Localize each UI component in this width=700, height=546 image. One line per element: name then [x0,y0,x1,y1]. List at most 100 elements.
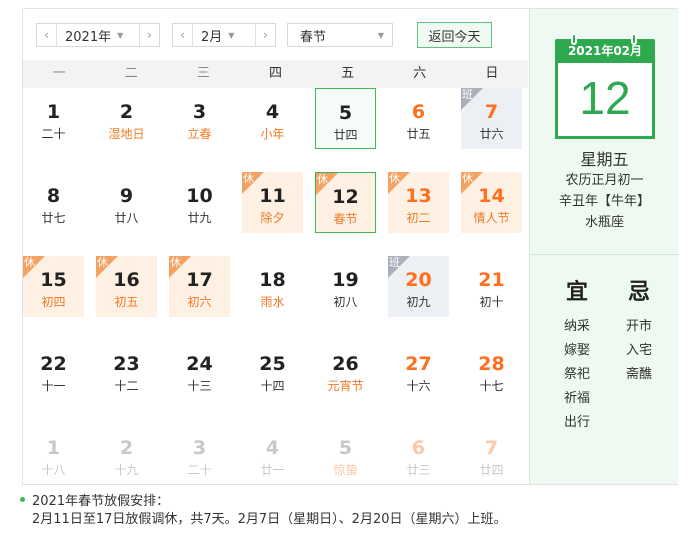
lunar-label: 初六 [187,295,212,309]
year-value: 2021年 [65,29,112,45]
suitable-item: 祈福 [563,391,590,406]
prev-month-button[interactable]: ‹ [173,24,193,46]
day-number: 5 [338,437,353,459]
badge-label: 休 [170,256,181,269]
day-cell[interactable]: 休 11 除夕 [242,172,303,233]
lunar-label: 二十 [41,127,66,141]
day-cell[interactable]: 休 13 初二 [388,172,449,233]
day-cell[interactable]: 班 20 初九 [388,256,449,317]
day-number: 26 [332,353,359,375]
day-cell[interactable]: 26 元宵节 [315,340,376,401]
day-cell[interactable]: 28 十七 [461,340,522,401]
day-number: 3 [192,437,207,459]
next-month-button[interactable]: › [255,24,275,46]
badge-label: 班 [462,88,473,101]
day-number: 13 [405,185,432,207]
avoid-item: 入宅 [625,343,652,358]
day-cell[interactable]: 5 廿四 [315,88,376,149]
day-cell[interactable]: 休 15 初四 [23,256,84,317]
day-cell[interactable]: 4 小年 [242,88,303,149]
day-cell[interactable]: 9 廿八 [96,172,157,233]
day-cell[interactable]: 1 十八 [23,424,84,485]
back-to-today-button[interactable]: 返回今天 [417,22,492,48]
month-dropdown[interactable]: 2月 ▼ [193,26,255,45]
badge-label: 休 [317,173,328,186]
day-detail-panel: 2021年02月 12 星期五 农历正月初一 辛丑年【牛年】 水瓶座 宜 纳采嫁… [529,9,679,484]
prev-year-button[interactable]: ‹ [37,24,57,46]
day-cell[interactable]: 6 廿五 [388,88,449,149]
badge-label: 班 [389,256,400,269]
day-cell[interactable]: 休 16 初五 [96,256,157,317]
lunar-label: 雨水 [260,295,285,309]
lunar-label: 廿四 [479,463,504,477]
lunar-label: 初八 [333,295,358,309]
day-cell[interactable]: 21 初十 [461,256,522,317]
next-year-button[interactable]: › [139,24,159,46]
day-cell[interactable]: 班 7 廿六 [461,88,522,149]
suitable-item: 出行 [563,415,590,430]
caret-down-icon: ▼ [228,30,235,40]
day-number: 20 [405,269,432,291]
lunar-label: 十八 [41,463,66,477]
day-number: 6 [411,101,426,123]
weekday-label: 三 [196,66,210,81]
notice-body: 2月11日至17日放假调休，共7天。2月7日（星期日）、2月20日（星期六）上班… [32,512,507,527]
day-cell[interactable]: 8 廿七 [23,172,84,233]
lunar-label: 廿九 [187,211,212,225]
lunar-label: 春节 [333,212,358,226]
day-cell[interactable]: 10 廿九 [169,172,230,233]
lunar-label: 小年 [260,127,285,141]
day-cell[interactable]: 2 湿地日 [96,88,157,149]
day-cell[interactable]: 22 十一 [23,340,84,401]
day-cell[interactable]: 27 十六 [388,340,449,401]
caret-down-icon: ▼ [117,30,124,40]
divider [530,254,679,255]
lunar-date: 农历正月初一 [565,173,644,188]
day-cell[interactable]: 休 12 春节 [315,172,376,233]
day-cell[interactable]: 6 廿三 [388,424,449,485]
day-cell[interactable]: 休 17 初六 [169,256,230,317]
day-number: 2 [119,101,134,123]
day-cell[interactable]: 1 二十 [23,88,84,149]
lunar-label: 廿一 [260,463,285,477]
weekday-label: 一 [52,66,66,81]
selected-day-info: 星期五 农历正月初一 辛丑年【牛年】 水瓶座 [530,150,679,233]
day-cell[interactable]: 23 十二 [96,340,157,401]
weekday-label: 五 [341,66,355,81]
day-number: 3 [192,101,207,123]
badge-label: 休 [462,172,473,185]
day-cell[interactable]: 休 14 情人节 [461,172,522,233]
suitable-item: 纳采 [563,319,590,334]
day-cell[interactable]: 24 十三 [169,340,230,401]
day-cell[interactable]: 4 廿一 [242,424,303,485]
lunar-label: 情人节 [473,211,510,225]
binder-ring-icon [571,33,577,45]
day-cell[interactable]: 3 立春 [169,88,230,149]
day-cell[interactable]: 19 初八 [315,256,376,317]
year-dropdown[interactable]: 2021年 ▼ [57,26,139,45]
day-cell[interactable]: 18 雨水 [242,256,303,317]
lunar-label: 初九 [406,295,431,309]
day-cell[interactable]: 5 惊蛰 [315,424,376,485]
day-number: 25 [259,353,286,375]
lunar-label: 惊蛰 [333,463,358,477]
avoid-title: 忌 [627,280,650,305]
lunar-label: 十九 [114,463,139,477]
lunar-label: 廿七 [41,211,66,225]
day-number: 14 [478,185,505,207]
lunar-label: 元宵节 [327,379,364,393]
day-cell[interactable]: 25 十四 [242,340,303,401]
weekday-label: 四 [268,66,282,81]
year-selector: ‹ 2021年 ▼ › [36,23,160,47]
day-number: 17 [186,269,213,291]
avoid-activities: 忌 开市 入宅 斋醮 [609,279,669,387]
day-number: 4 [265,437,280,459]
holiday-dropdown[interactable]: 春节 ▼ [287,23,393,47]
day-cell[interactable]: 3 二十 [169,424,230,485]
zodiac-sign: 水瓶座 [584,215,624,230]
day-number: 23 [113,353,140,375]
day-cell[interactable]: 2 十九 [96,424,157,485]
day-cell[interactable]: 7 廿四 [461,424,522,485]
lunar-label: 廿三 [406,463,431,477]
day-number: 18 [259,269,286,291]
